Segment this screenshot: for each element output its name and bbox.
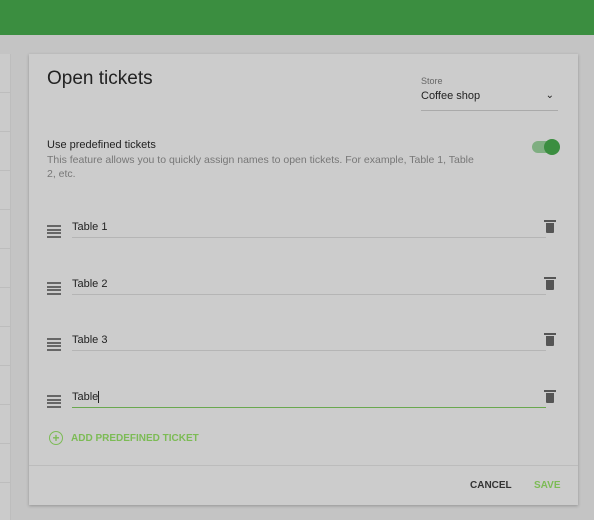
option-title: Use predefined tickets — [47, 139, 156, 151]
left-list-panel — [0, 54, 11, 520]
drag-handle-icon[interactable] — [47, 282, 61, 296]
trash-icon[interactable] — [544, 333, 556, 346]
toggle-knob — [544, 139, 560, 155]
ticket-row: Table 2 — [47, 274, 562, 300]
text-cursor — [98, 391, 100, 404]
add-predefined-ticket-button[interactable]: + ADD PREDEFINED TICKET — [49, 431, 199, 445]
trash-icon[interactable] — [544, 390, 556, 403]
store-label: Store — [421, 76, 443, 86]
ticket-name-input[interactable]: Table 1 — [72, 217, 546, 238]
add-ticket-label: ADD PREDEFINED TICKET — [71, 432, 199, 444]
ticket-input-text: Table — [72, 391, 99, 403]
store-select[interactable]: Coffee shop ⌄ — [421, 90, 558, 111]
drag-handle-icon[interactable] — [47, 225, 61, 239]
store-value: Coffee shop — [421, 90, 481, 102]
ticket-row: Table — [47, 387, 562, 413]
cancel-button[interactable]: CANCEL — [470, 480, 512, 491]
top-app-bar — [0, 0, 594, 35]
ticket-row: Table 1 — [47, 217, 562, 243]
ticket-row: Table 3 — [47, 330, 562, 356]
drag-handle-icon[interactable] — [47, 338, 61, 352]
save-button[interactable]: SAVE — [534, 480, 561, 491]
predefined-tickets-toggle[interactable] — [532, 139, 560, 155]
drag-handle-icon[interactable] — [47, 395, 61, 409]
ticket-name-input[interactable]: Table 2 — [72, 274, 546, 295]
plus-circle-icon: + — [49, 431, 63, 445]
dialog-title: Open tickets — [47, 68, 153, 89]
trash-icon[interactable] — [544, 277, 556, 290]
ticket-name-input-active[interactable]: Table — [72, 387, 546, 408]
dialog-footer-divider — [29, 465, 578, 466]
ticket-name-input[interactable]: Table 3 — [72, 330, 546, 351]
trash-icon[interactable] — [544, 220, 556, 233]
option-description: This feature allows you to quickly assig… — [47, 154, 474, 180]
chevron-down-icon: ⌄ — [545, 90, 554, 101]
